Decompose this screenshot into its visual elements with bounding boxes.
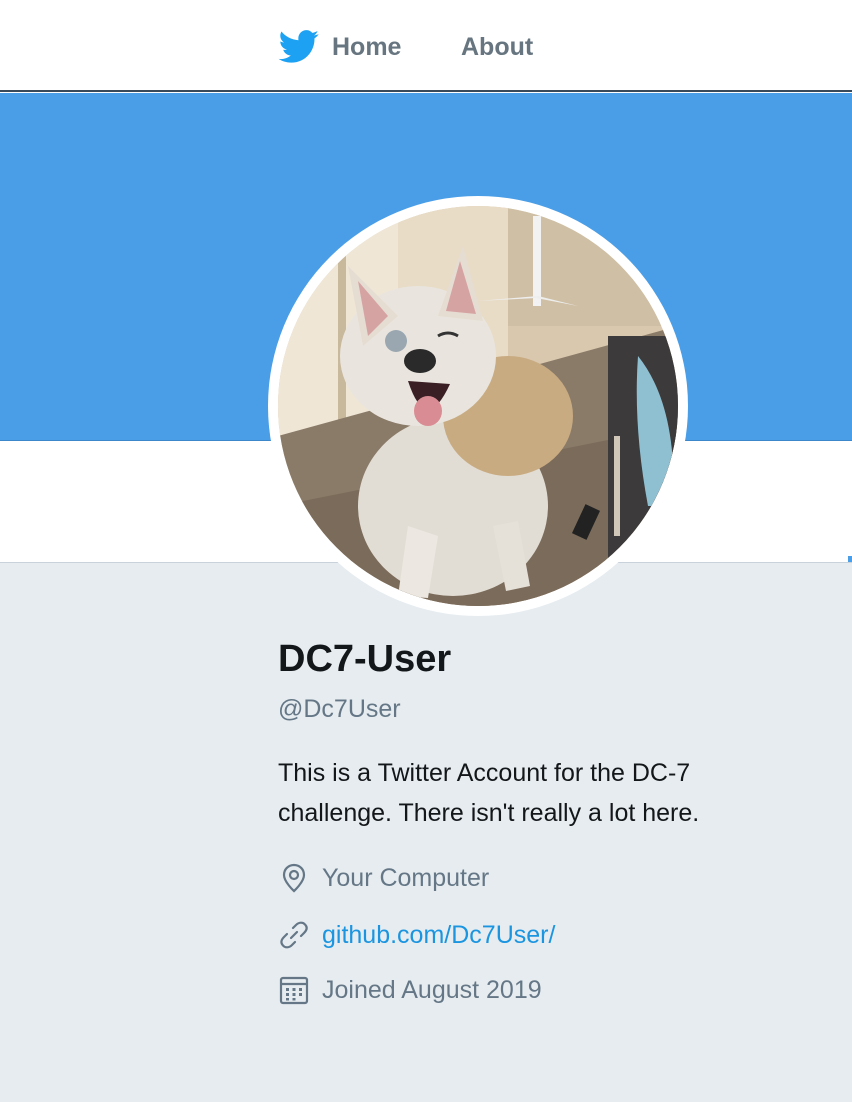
- profile-location: Your Computer: [278, 861, 489, 895]
- profile-website-link[interactable]: github.com/Dc7User/: [322, 920, 555, 950]
- calendar-icon: [279, 976, 309, 1005]
- profile-joined-text: Joined August 2019: [322, 976, 542, 1004]
- profile-joined: Joined August 2019: [278, 973, 542, 1007]
- profile-handle: @Dc7User: [278, 695, 401, 723]
- profile-location-text: Your Computer: [322, 864, 490, 892]
- avatar-image: [278, 206, 678, 606]
- dog-photo: [278, 206, 678, 606]
- banner-edge: [848, 556, 852, 562]
- profile-bio: This is a Twitter Account for the DC-7 c…: [278, 759, 700, 827]
- location-pin-icon: [282, 863, 306, 893]
- avatar[interactable]: [268, 196, 688, 616]
- profile-website: github.com/Dc7User/: [278, 918, 555, 952]
- link-icon: [280, 921, 308, 949]
- top-navigation: Home About: [0, 0, 852, 92]
- profile-page: Home About DC7-User @Dc7User This is a T…: [0, 0, 852, 1102]
- nav-home-link[interactable]: Home: [332, 31, 401, 63]
- nav-about-link[interactable]: About: [461, 31, 533, 63]
- profile-name: DC7-User: [278, 638, 452, 680]
- twitter-bird-icon[interactable]: [278, 30, 320, 64]
